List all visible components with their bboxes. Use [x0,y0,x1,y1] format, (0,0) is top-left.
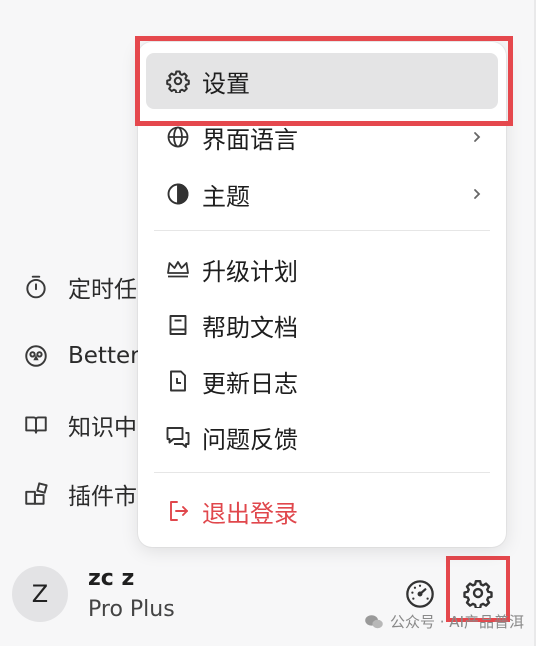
watermark: 公众号 · AI产品普洱 [364,611,524,632]
changelog-icon [164,367,192,395]
menu-item-upgrade[interactable]: 升级计划 [146,241,498,297]
book-icon [164,311,192,339]
sidebar-item-label: 插件市 [68,484,137,510]
user-name: zc z [88,566,135,591]
app-window: 定时任 Better 知识中 插件市 Z zc z Pro Plus 公众号 ·… [0,0,536,646]
menu-item-label: 退出登录 [202,499,298,528]
menu-item-feedback[interactable]: 问题反馈 [146,409,498,465]
menu-divider [154,230,490,231]
chevron-right-icon [474,189,481,199]
feedback-icon [164,423,192,451]
sidebar-item-label: 知识中 [68,415,137,441]
globe-icon [164,123,192,151]
menu-item-label: 更新日志 [202,369,298,398]
speedometer-icon [406,580,434,608]
menu-item-label: 主题 [202,182,250,211]
user-plan: Pro Plus [88,597,175,622]
menu-item-changelog[interactable]: 更新日志 [146,353,498,409]
crown-icon [164,255,192,283]
sidebar-item-label: 定时任 [68,277,137,303]
avatar[interactable]: Z [12,566,68,622]
logout-icon [164,497,192,525]
menu-item-label: 帮助文档 [202,313,298,342]
watermark-text: 公众号 · AI产品普洱 [390,613,524,631]
theme-icon [164,180,192,208]
owl-icon [22,342,50,370]
settings-highlight-box [135,36,513,126]
menu-item-theme[interactable]: 主题 [146,166,498,222]
plugin-icon [22,480,50,508]
menu-divider [154,472,490,473]
menu-item-help-docs[interactable]: 帮助文档 [146,297,498,353]
menu-item-label: 问题反馈 [202,425,298,454]
menu-item-logout[interactable]: 退出登录 [146,483,498,539]
timer-icon [22,273,50,301]
book-icon [22,411,50,439]
speedometer-button[interactable] [400,574,440,614]
chevron-right-icon [474,132,481,142]
wechat-icon [365,614,383,628]
menu-item-label: 升级计划 [202,257,298,286]
sidebar-item-label: Better [68,343,140,369]
